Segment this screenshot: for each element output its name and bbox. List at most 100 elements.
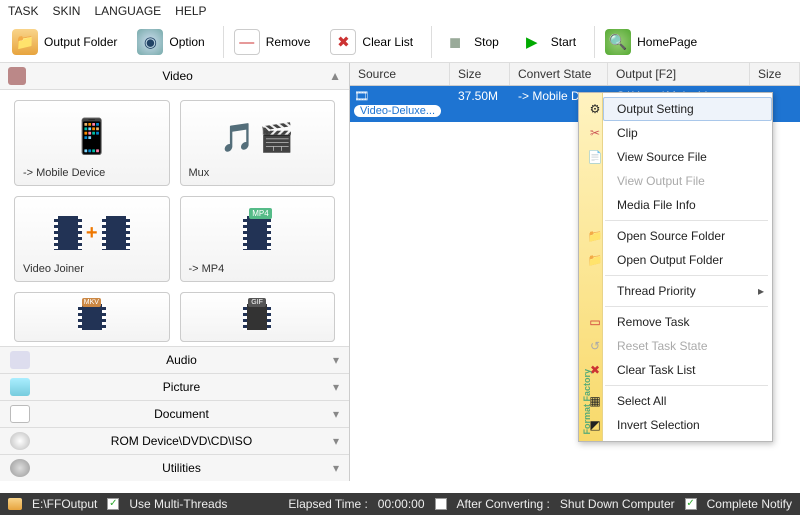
category-utilities[interactable]: Utilities▾ [0,454,349,481]
globe-icon: 🔍 [605,29,631,55]
gear-icon: ⚙ [587,101,603,117]
table-header: Source Size Convert State Output [F2] Si… [350,63,800,86]
menu-label: Open Source Folder [617,229,725,243]
chevron-down-icon: ▾ [333,380,339,394]
tile-label: Video Joiner [23,263,161,275]
menu-media-file-info[interactable]: Media File Info [603,193,772,217]
option-button[interactable]: ◉ Option [131,27,210,57]
menu-label: Thread Priority [617,284,696,298]
multi-threads-checkbox[interactable]: ✓ [107,498,119,510]
menu-view-source-file[interactable]: 📄View Source File [603,145,772,169]
audio-icon [10,351,30,369]
col-output[interactable]: Output [F2] [608,63,750,85]
col-source[interactable]: Source [350,63,450,85]
complete-notify-checkbox[interactable]: ✓ [685,498,697,510]
menu-bar: TASK SKIN LANGUAGE HELP [0,0,800,22]
menu-output-setting[interactable]: ⚙Output Setting [603,97,772,121]
menu-label: Clear Task List [617,363,695,377]
cell-size: 37.50M [450,86,510,122]
col-size2[interactable]: Size [750,63,800,85]
menu-separator [605,306,768,307]
folder-icon: 📁 [12,29,38,55]
separator [223,26,224,58]
menu-clip[interactable]: ✂Clip [603,121,772,145]
menu-thread-priority[interactable]: Thread Priority ▸ [603,279,772,303]
clear-list-label: Clear List [362,35,413,49]
category-video-title: Video [36,69,319,83]
menu-label: Output Setting [617,102,694,116]
col-size[interactable]: Size [450,63,510,85]
remove-icon: ▭ [587,314,603,330]
menu-label: View Source File [617,150,707,164]
clear-list-button[interactable]: ✖ Clear List [324,27,419,57]
chevron-up-icon: ▲ [329,69,341,83]
menu-separator [605,385,768,386]
toolbar: 📁 Output Folder ◉ Option — Remove ✖ Clea… [0,22,800,63]
category-picture[interactable]: Picture▾ [0,373,349,400]
chevron-down-icon: ▾ [333,353,339,367]
remove-button[interactable]: — Remove [228,27,317,57]
menu-skin[interactable]: SKIN [52,4,80,18]
menu-label: Reset Task State [617,339,708,353]
submenu-arrow-icon: ▸ [758,284,764,298]
start-button[interactable]: ▶ Start [513,27,582,57]
complete-notify-label: Complete Notify [707,497,792,511]
menu-task[interactable]: TASK [8,4,38,18]
category-rom[interactable]: ROM Device\DVD\CD\ISO ▾ [0,427,349,454]
folder-icon [8,498,22,510]
menu-clear-task-list[interactable]: ✖Clear Task List [603,358,772,382]
homepage-button[interactable]: 🔍 HomePage [599,27,703,57]
menu-help[interactable]: HELP [175,4,206,18]
blank-icon [587,283,603,299]
tile-mobile-device[interactable]: 📱 -> Mobile Device [14,100,170,186]
category-document[interactable]: Document ▾ [0,400,349,427]
menu-label: Select All [617,394,666,408]
folder-icon: 📁 [587,252,603,268]
tile-gif[interactable]: GIF [180,292,336,342]
video-file-icon: 🎞 [354,89,369,103]
category-label: ROM Device\DVD\CD\ISO [40,434,323,448]
context-menu: Format Factory ⚙Output Setting ✂Clip 📄Vi… [578,92,773,442]
menu-separator [605,275,768,276]
scissors-icon: ✂ [587,125,603,141]
menu-reset-task-state: ↺Reset Task State [603,334,772,358]
formats-panel: Video ▲ 📱 -> Mobile Device 🎵🎬 Mux + Vide… [0,63,350,481]
stop-button[interactable]: ◼ Stop [436,27,505,57]
category-video-header[interactable]: Video ▲ [0,63,349,90]
menu-label: Invert Selection [617,418,700,432]
separator [431,26,432,58]
file-icon [587,173,603,189]
tile-mux[interactable]: 🎵🎬 Mux [180,100,336,186]
status-output-path[interactable]: E:\FFOutput [32,497,97,511]
play-icon: ▶ [519,29,545,55]
tile-video-joiner[interactable]: + Video Joiner [14,196,170,282]
menu-remove-task[interactable]: ▭Remove Task [603,310,772,334]
after-converting-label: After Converting : [457,497,550,511]
menu-label: Media File Info [617,198,696,212]
category-label: Audio [40,353,323,367]
after-converting-value[interactable]: Shut Down Computer [560,497,675,511]
menu-label: Remove Task [617,315,689,329]
elapsed-label: Elapsed Time : [288,497,367,511]
tile-mp4[interactable]: MP4 -> MP4 [180,196,336,282]
menu-open-output-folder[interactable]: 📁Open Output Folder [603,248,772,272]
homepage-label: HomePage [637,35,697,49]
menu-language[interactable]: LANGUAGE [94,4,161,18]
output-folder-button[interactable]: 📁 Output Folder [6,27,123,57]
separator [594,26,595,58]
col-state[interactable]: Convert State [510,63,608,85]
badge: MKV [82,298,101,307]
tile-mkv[interactable]: MKV [14,292,170,342]
category-audio[interactable]: Audio ▾ [0,346,349,373]
document-icon [10,405,30,423]
tile-label: Mux [189,167,327,179]
chevron-down-icon: ▾ [333,407,339,421]
menu-separator [605,220,768,221]
menu-invert-selection[interactable]: ◩Invert Selection [603,413,772,437]
option-label: Option [169,35,204,49]
menu-open-source-folder[interactable]: 📁Open Source Folder [603,224,772,248]
menu-select-all[interactable]: ▦Select All [603,389,772,413]
chevron-down-icon: ▾ [333,434,339,448]
category-label: Document [40,407,323,421]
after-converting-checkbox[interactable]: ✓ [435,498,447,510]
